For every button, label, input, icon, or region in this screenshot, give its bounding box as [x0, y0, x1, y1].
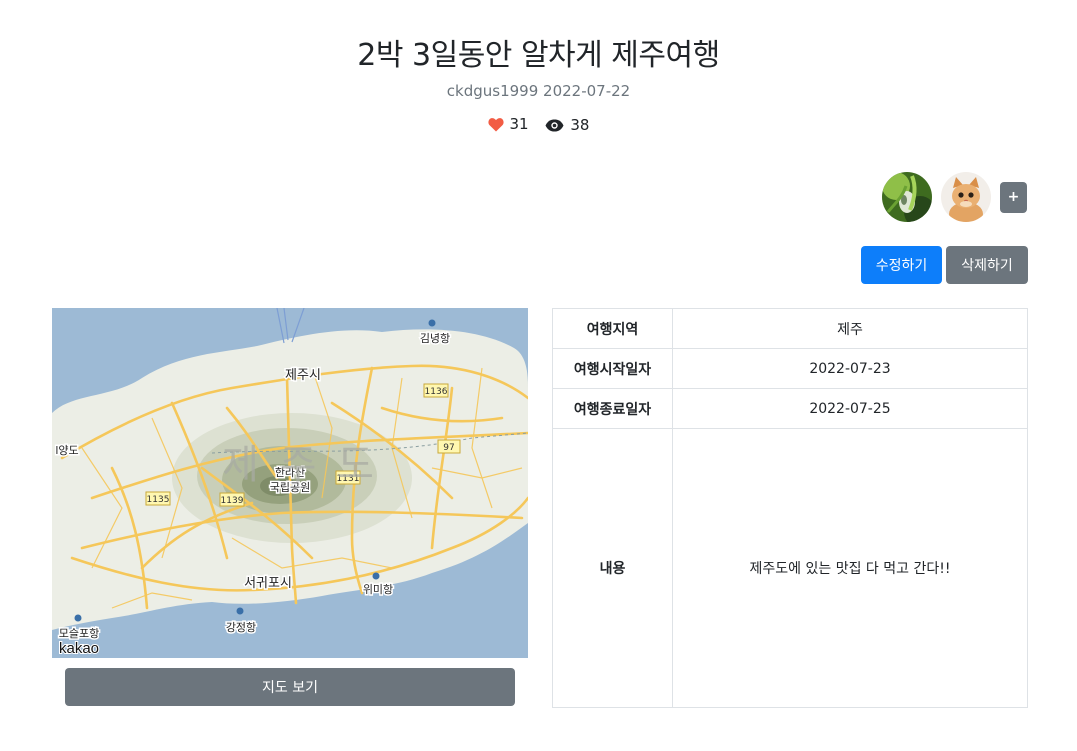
like-count: 31 [509, 115, 529, 133]
table-row: 내용 제주도에 있는 맛집 다 먹고 간다!! [552, 428, 1028, 708]
post-date: 2022-07-22 [543, 82, 631, 100]
wimi-port-label: 위미항 [363, 583, 393, 596]
road-1139-label: 1139 [221, 496, 244, 506]
map-view[interactable]: 1136 97 1131 1135 1139 김녕항 제주시 l양도 한라산 국… [52, 308, 528, 658]
island-name-label: 제 주 도 [222, 442, 378, 488]
end-date-header: 여행종료일자 [552, 388, 673, 429]
post-meta: ckdgus1999 2022-07-22 [0, 82, 1077, 100]
participant-avatar-plant[interactable] [882, 172, 932, 222]
end-date-value: 2022-07-25 [672, 388, 1028, 429]
table-row: 여행시작일자 2022-07-23 [552, 348, 1028, 389]
table-row: 여행지역 제주 [552, 308, 1028, 349]
port-icon [74, 614, 82, 622]
view-count: 38 [570, 116, 590, 134]
region-value: 제주 [672, 308, 1028, 349]
gimnyeong-port-label: 김녕항 [420, 332, 450, 345]
view-counter: 38 [545, 116, 589, 134]
author-name: ckdgus1999 [446, 82, 539, 100]
content-value: 제주도에 있는 맛집 다 먹고 간다!! [672, 428, 1028, 708]
region-header: 여행지역 [552, 308, 673, 349]
content-header: 내용 [552, 428, 673, 708]
start-date-header: 여행시작일자 [552, 348, 673, 389]
edit-button[interactable]: 수정하기 [861, 246, 942, 284]
page-title: 2박 3일동안 알차게 제주여행 [357, 38, 720, 73]
view-map-button[interactable]: 지도 보기 [65, 668, 515, 706]
like-counter[interactable]: 31 [487, 115, 529, 133]
port-icon [372, 572, 380, 580]
west-town-label: l양도 [55, 444, 78, 457]
seogwipo-label: 서귀포시 [244, 576, 292, 591]
participant-avatars: + [882, 172, 1027, 222]
kakao-logo: kakao [59, 640, 99, 657]
start-date-value: 2022-07-23 [672, 348, 1028, 389]
port-icon [428, 319, 436, 327]
jeju-city-label: 제주시 [285, 368, 321, 383]
participant-avatar-kitten[interactable] [941, 172, 991, 222]
moseulpo-port-label: 모슬포항 [59, 627, 99, 640]
eye-icon [545, 119, 564, 132]
road-1135-label: 1135 [147, 495, 170, 505]
post-stats: 31 38 [0, 115, 1077, 136]
heart-icon [487, 117, 504, 132]
add-participant-button[interactable]: + [1000, 181, 1027, 213]
road-97-label: 97 [443, 443, 454, 453]
port-icon [236, 607, 244, 615]
gangjeong-port-label: 강정항 [226, 621, 256, 634]
trip-details-table: 여행지역 제주 여행시작일자 2022-07-23 여행종료일자 2022-07… [552, 308, 1028, 708]
road-1136-label: 1136 [425, 387, 448, 397]
table-row: 여행종료일자 2022-07-25 [552, 388, 1028, 429]
delete-button[interactable]: 삭제하기 [946, 246, 1028, 284]
